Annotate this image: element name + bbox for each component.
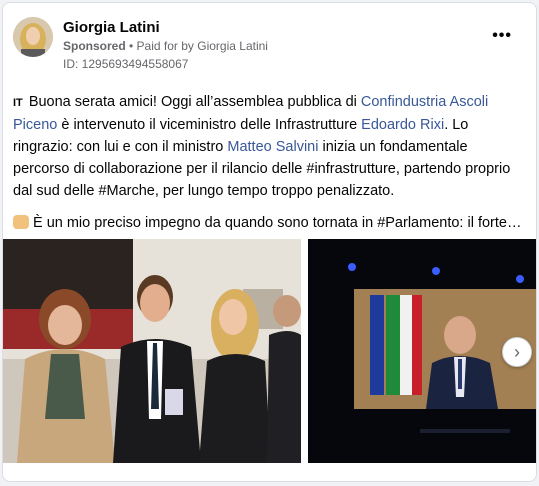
- text-part: è intervenuto il viceministro delle Infr…: [57, 117, 362, 133]
- post-header: Giorgia Latini Sponsored • Paid for by G…: [13, 17, 526, 73]
- sponsored-label: Sponsored: [63, 39, 126, 53]
- text-part: Buona serata amici! Oggi all’assemblea p…: [28, 94, 361, 110]
- carousel-next-button[interactable]: ›: [502, 337, 532, 367]
- post-text: IT Buona serata amici! Oggi all’assemble…: [13, 91, 528, 234]
- italy-flag-icon: IT: [13, 97, 23, 109]
- sponsored-line: Sponsored • Paid for by Giorgia Latini: [63, 39, 268, 53]
- carousel-image-1[interactable]: [3, 239, 301, 463]
- carousel-image-2[interactable]: ›: [308, 239, 536, 463]
- link-edoardo-rixi[interactable]: Edoardo Rixi: [361, 117, 444, 133]
- text-part: È un mio preciso impegno da quando sono …: [33, 215, 522, 231]
- author-name[interactable]: Giorgia Latini: [63, 19, 160, 36]
- chevron-right-icon: ›: [514, 341, 520, 362]
- more-dots-icon[interactable]: •••: [492, 27, 512, 45]
- ad-card: Giorgia Latini Sponsored • Paid for by G…: [2, 2, 537, 482]
- link-matteo-salvini[interactable]: Matteo Salvini: [227, 139, 318, 155]
- paid-for-by: • Paid for by Giorgia Latini: [129, 39, 268, 53]
- avatar[interactable]: [13, 17, 53, 57]
- pointing-hand-icon: [13, 215, 29, 229]
- ad-id: ID: 1295693494558067: [63, 57, 189, 71]
